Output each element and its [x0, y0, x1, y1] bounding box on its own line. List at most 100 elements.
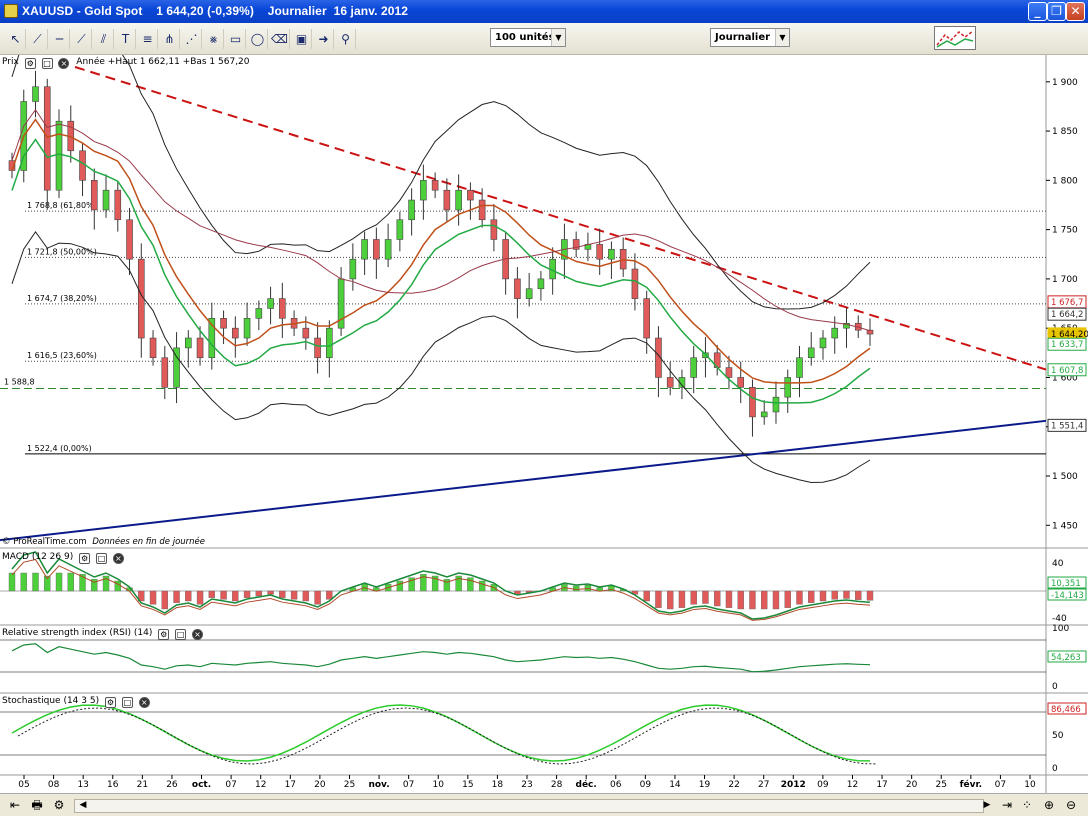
- macd-histogram-bar: [725, 590, 733, 608]
- date-tick-label: 05: [18, 780, 29, 790]
- grid-icon[interactable]: ⁘: [1018, 797, 1036, 814]
- print-icon[interactable]: 🖶: [28, 797, 46, 814]
- candle: [349, 258, 357, 280]
- macd-histogram-bar: [796, 590, 803, 605]
- candle: [373, 239, 380, 260]
- scroll-right-icon[interactable]: ▶: [978, 797, 996, 814]
- title-bar: XAUUSD - Gold Spot 1 644,20 (-0,39%) Jou…: [0, 0, 1088, 23]
- rect-icon[interactable]: ▭: [226, 29, 246, 49]
- price-tick-label: 1 800: [1052, 176, 1078, 186]
- stoch-panel-header: Stochastique (14 3 5) ⚙ □ ×: [2, 696, 150, 708]
- candle: [279, 298, 286, 319]
- gann-icon[interactable]: ⨳: [204, 29, 224, 49]
- candle: [232, 327, 239, 339]
- candle: [161, 357, 169, 388]
- select-icon[interactable]: ▣: [292, 29, 312, 49]
- wrench-icon[interactable]: ⚙: [104, 697, 116, 708]
- fib-level-label: 1 616,5 (23,60%): [27, 351, 97, 360]
- app-icon: [4, 4, 18, 18]
- chart-area[interactable]: 1 9001 8501 8001 7501 7001 6501 6001 550…: [0, 18, 1088, 793]
- candle: [185, 337, 192, 349]
- macd-histogram-bar: [255, 590, 263, 597]
- price-chart[interactable]: 1 9001 8501 8001 7501 7001 6501 6001 550…: [0, 18, 1088, 793]
- pitchfork-icon[interactable]: ⋔: [160, 29, 180, 49]
- channel-icon[interactable]: ⫽: [94, 29, 114, 49]
- settings-icon[interactable]: ⚙: [50, 797, 68, 814]
- arrow-icon[interactable]: ➜: [314, 29, 334, 49]
- hline-icon[interactable]: ─: [50, 29, 70, 49]
- ellipse-icon[interactable]: ◯: [248, 29, 268, 49]
- horizontal-scrollbar[interactable]: [74, 799, 984, 813]
- macd-histogram-bar: [749, 590, 756, 610]
- trendline-icon[interactable]: ⟋: [72, 29, 92, 49]
- price-badge-text: 1 664,2: [1051, 310, 1083, 320]
- candle: [196, 337, 204, 359]
- line-icon[interactable]: ⟋: [28, 29, 48, 49]
- macd-histogram-bar: [866, 590, 874, 601]
- chart-type-button[interactable]: [934, 26, 976, 50]
- close-panel-icon[interactable]: ×: [138, 697, 150, 708]
- fibfan-icon[interactable]: ⋰: [182, 29, 202, 49]
- date-tick-label: 20: [314, 780, 326, 790]
- macd-histogram-bar: [714, 590, 721, 607]
- units-dropdown[interactable]: 100 unités ▼: [490, 28, 566, 47]
- macd-histogram-bar: [32, 572, 39, 592]
- price-tick-label: 1 700: [1052, 275, 1078, 285]
- scroll-left-icon[interactable]: ◀: [74, 797, 92, 814]
- macd-histogram-bar: [396, 580, 404, 592]
- candle: [537, 278, 545, 290]
- candle: [796, 357, 803, 378]
- wrench-icon[interactable]: ⚙: [158, 629, 170, 640]
- macd-histogram-bar: [279, 590, 286, 598]
- window-icon[interactable]: □: [95, 553, 107, 564]
- maximize-button[interactable]: ❐: [1047, 2, 1066, 21]
- date-tick-label: 10: [433, 780, 445, 790]
- candle: [32, 86, 39, 102]
- close-panel-icon[interactable]: ×: [192, 629, 204, 640]
- magnet-icon[interactable]: ⚲: [336, 29, 356, 49]
- wrench-icon[interactable]: ⚙: [24, 58, 36, 69]
- price-panel-header: Prix ⚙ □ × Année +Haut 1 662,11 +Bas 1 5…: [2, 57, 250, 69]
- fib-icon[interactable]: ≡: [138, 29, 158, 49]
- price-badge-text: 1 676,7: [1051, 298, 1083, 308]
- date-tick-label: 09: [817, 780, 829, 790]
- macd-histogram-bar: [808, 590, 815, 603]
- date-tick-label: 07: [403, 780, 414, 790]
- macd-badge-text: 10,351: [1051, 579, 1081, 589]
- candle: [596, 244, 603, 260]
- candle: [361, 239, 368, 260]
- macd-histogram-bar: [772, 590, 780, 610]
- date-tick-label: 06: [610, 780, 622, 790]
- price-tick-label: 1 900: [1052, 78, 1078, 88]
- period-dropdown[interactable]: Journalier ▼: [710, 28, 790, 47]
- zoom-in-icon[interactable]: ⊕: [1040, 797, 1058, 814]
- candle: [114, 189, 122, 221]
- macd-histogram-bar: [784, 590, 791, 608]
- pan-icon[interactable]: ⇥: [998, 797, 1016, 814]
- eraser-icon[interactable]: ⌫: [270, 29, 290, 49]
- macd-histogram-bar: [149, 590, 157, 605]
- close-panel-icon[interactable]: ×: [58, 58, 70, 69]
- macd-histogram-bar: [67, 572, 74, 592]
- candle: [690, 357, 697, 378]
- back-icon[interactable]: ⇤: [6, 797, 24, 814]
- window-icon[interactable]: □: [121, 697, 133, 708]
- stoch-badge-text: 86,466: [1051, 705, 1081, 715]
- window-icon[interactable]: □: [41, 58, 53, 69]
- wrench-icon[interactable]: ⚙: [79, 553, 91, 564]
- close-button[interactable]: ✕: [1066, 2, 1085, 21]
- candle: [455, 189, 462, 211]
- date-tick-label: oct.: [192, 780, 211, 790]
- date-tick-label: 15: [462, 780, 473, 790]
- rsi-axis-label: 100: [1052, 624, 1069, 634]
- cursor-icon[interactable]: ↖: [6, 29, 26, 49]
- candle: [749, 387, 756, 418]
- stoch-label: Stochastique (14 3 5): [2, 696, 100, 706]
- zoom-out-icon[interactable]: ⊖: [1062, 797, 1080, 814]
- price-badge-text: 1 607,8: [1051, 366, 1083, 376]
- close-panel-icon[interactable]: ×: [112, 553, 124, 564]
- minimize-button[interactable]: _: [1028, 2, 1047, 21]
- macd-axis-label: 40: [1052, 559, 1064, 569]
- window-icon[interactable]: □: [175, 629, 187, 640]
- text-icon[interactable]: T: [116, 29, 136, 49]
